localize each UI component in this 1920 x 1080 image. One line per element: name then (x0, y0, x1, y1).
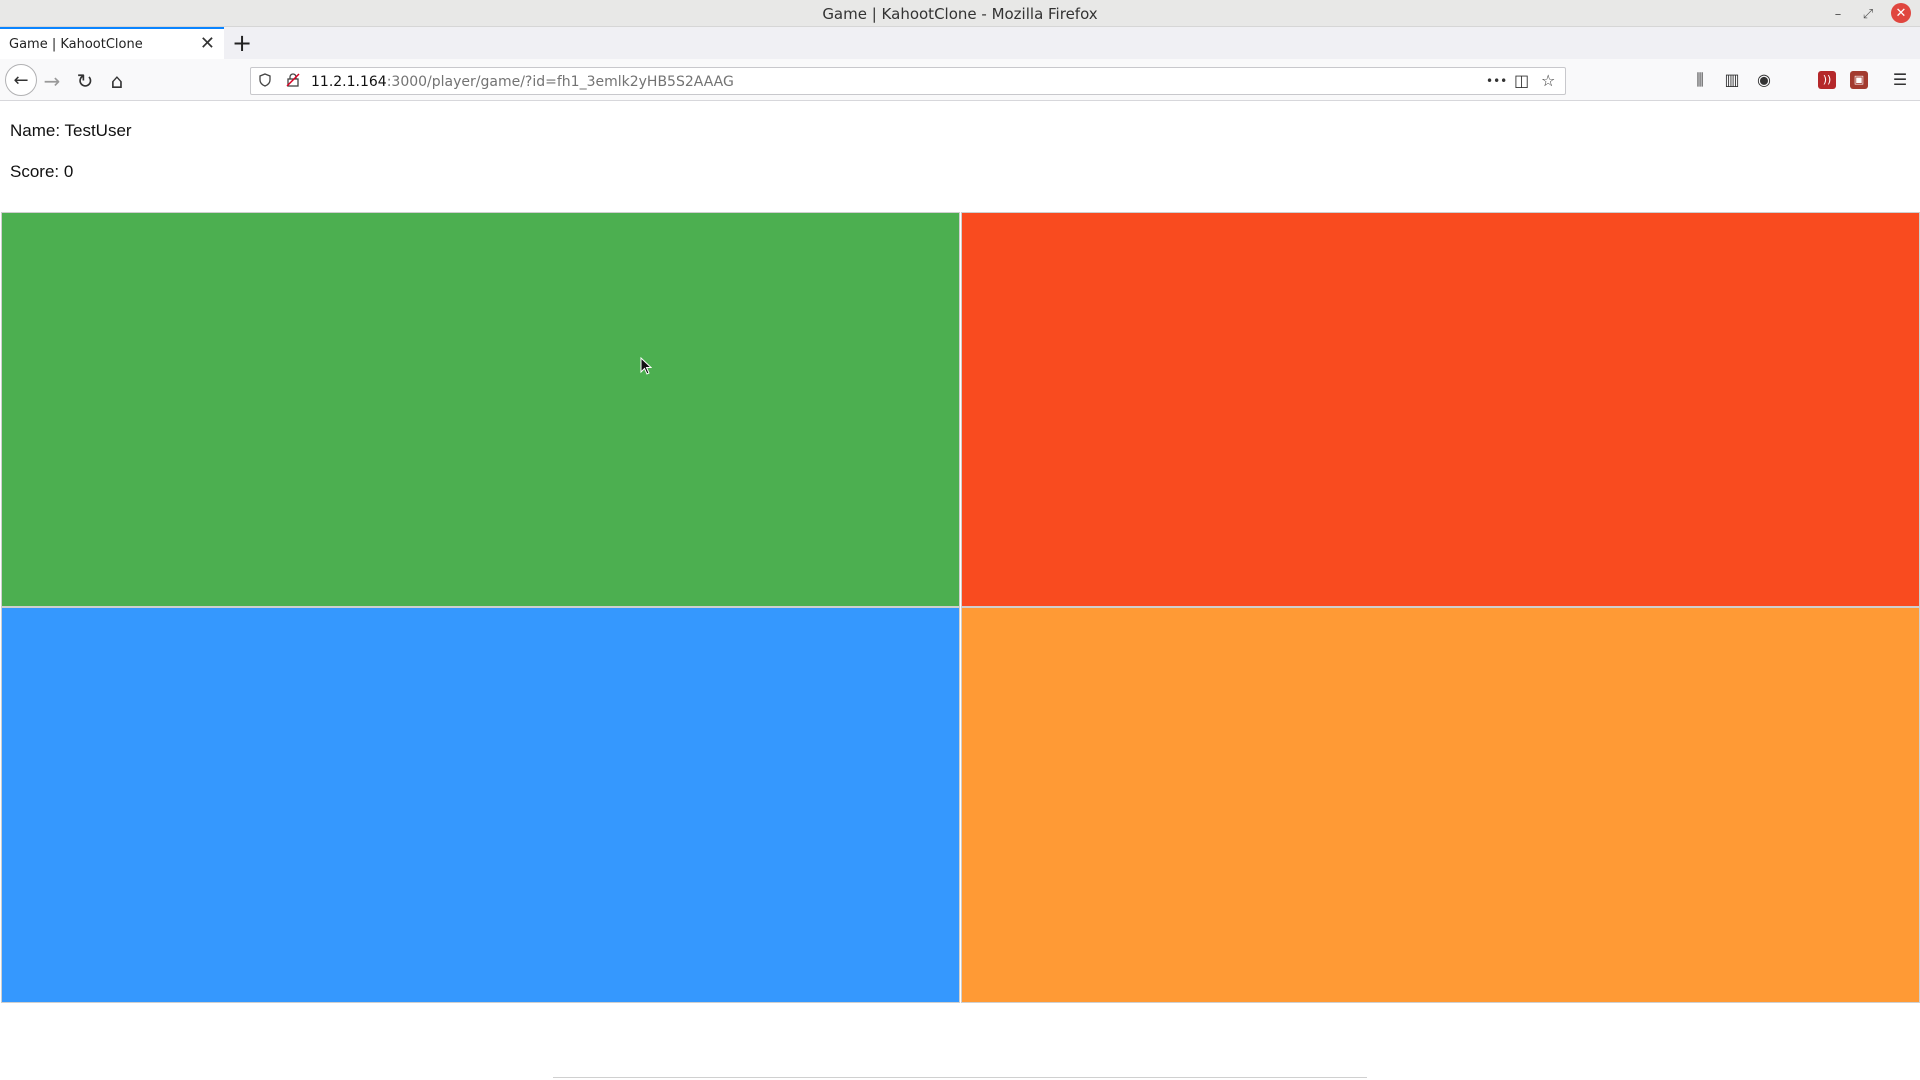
url-bar[interactable]: 11.2.1.164:3000/player/game/?id=fh1_3eml… (250, 67, 1566, 95)
minimize-button[interactable]: – (1827, 3, 1849, 25)
shield-icon[interactable] (259, 73, 271, 91)
answer-button-blue[interactable] (1, 607, 960, 1003)
answer-button-red[interactable] (961, 212, 1920, 607)
extension-icon[interactable]: ▣ (1850, 71, 1868, 89)
home-button[interactable]: ⌂ (103, 67, 131, 95)
answer-button-green[interactable] (1, 212, 960, 607)
navigation-bar: ← → ↻ ⌂ 11.2.1.164:3000/player/game/?id=… (0, 59, 1920, 101)
back-button[interactable]: ← (5, 64, 37, 96)
url-text[interactable]: 11.2.1.164:3000/player/game/?id=fh1_3eml… (311, 74, 734, 90)
insecure-lock-icon[interactable] (286, 73, 300, 91)
tab-game[interactable]: Game | KahootClone ✕ (0, 27, 224, 59)
rss-icon[interactable]: )) (1818, 71, 1836, 89)
menu-icon[interactable]: ☰ (1888, 69, 1912, 93)
tab-close-icon[interactable]: ✕ (200, 34, 215, 54)
answer-button-orange[interactable] (961, 607, 1920, 1003)
account-icon[interactable]: ◉ (1752, 69, 1776, 93)
tab-title: Game | KahootClone (9, 37, 143, 52)
restore-button[interactable]: ⤢ (1857, 3, 1879, 25)
tab-strip: Game | KahootClone ✕ + (0, 27, 1920, 59)
window-titlebar: Game | KahootClone - Mozilla Firefox – ⤢… (0, 0, 1920, 27)
window-title: Game | KahootClone - Mozilla Firefox (822, 5, 1098, 23)
player-name: Name: TestUser (10, 121, 132, 140)
url-host: 11.2.1.164 (311, 74, 387, 90)
reload-button[interactable]: ↻ (71, 67, 99, 95)
bookmark-star-icon[interactable]: ☆ (1541, 71, 1555, 90)
new-tab-button[interactable]: + (230, 29, 254, 57)
mouse-cursor-icon (640, 357, 652, 375)
library-icon[interactable]: ⫼ (1688, 69, 1712, 93)
url-path: :3000/player/game/?id=fh1_3emlk2yHB5S2AA… (386, 74, 734, 90)
page-actions-icon[interactable]: ••• (1486, 74, 1507, 88)
sidebar-icon[interactable]: ▥ (1720, 69, 1744, 93)
pocket-icon[interactable]: ◫ (1514, 71, 1529, 90)
forward-button[interactable]: → (38, 67, 66, 95)
player-score: Score: 0 (10, 162, 74, 181)
page-content: Name: TestUser Score: 0 (0, 101, 1920, 1080)
close-window-button[interactable]: ✕ (1891, 3, 1911, 23)
